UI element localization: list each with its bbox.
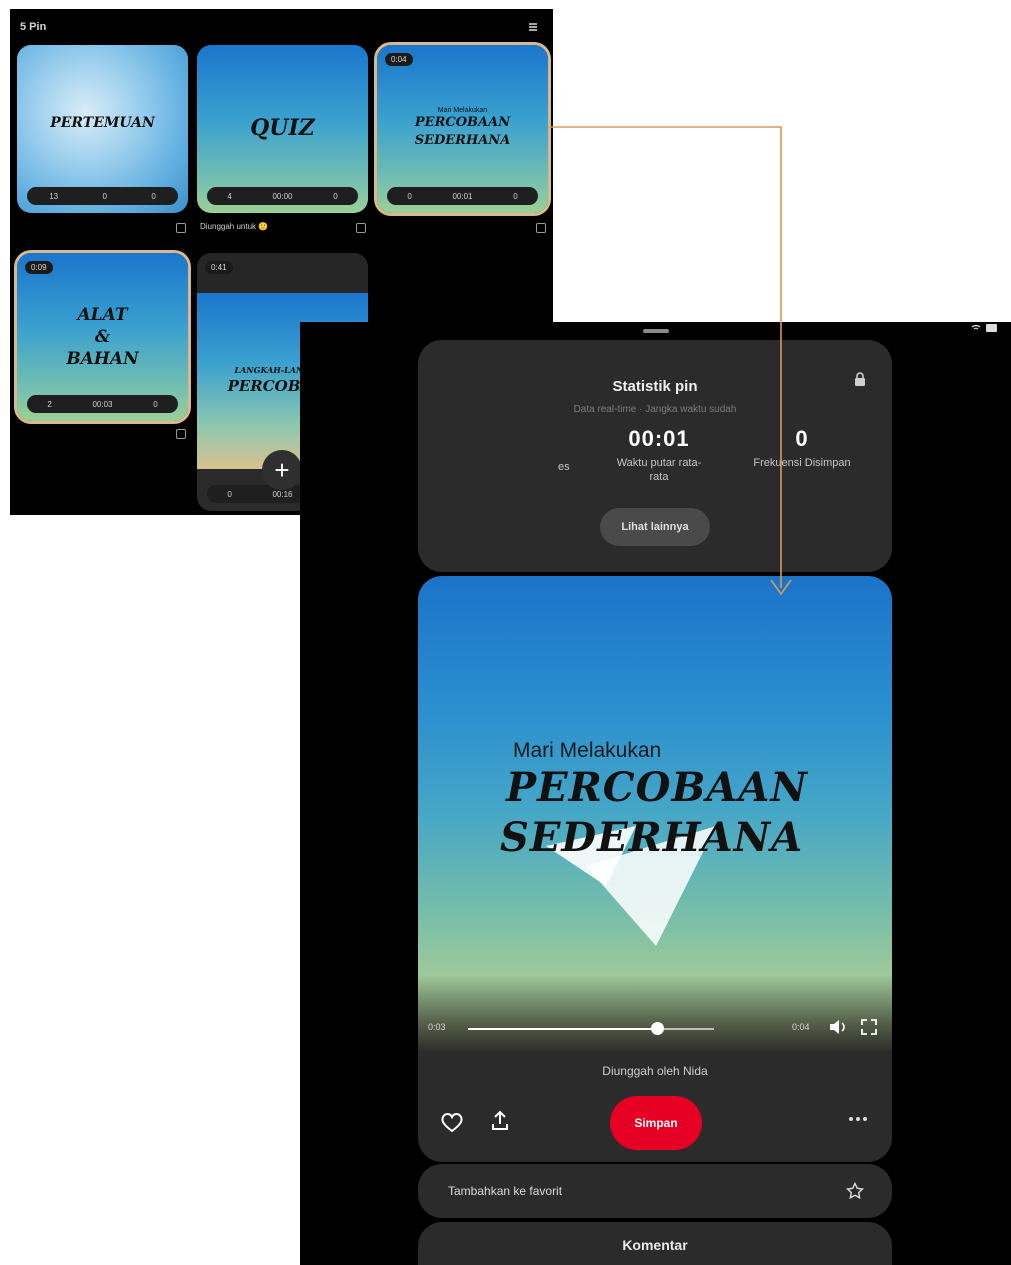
status-bar	[971, 324, 997, 332]
pin-icon	[176, 429, 186, 439]
duration-badge: 0:09	[25, 261, 53, 274]
battery-icon	[986, 324, 997, 332]
tile-stats-bar: 13 0 0	[27, 187, 178, 205]
stats-title: Statistik pin	[612, 378, 698, 395]
star-icon[interactable]	[846, 1182, 864, 1200]
tile-views: 4	[227, 191, 232, 201]
wifi-icon	[971, 324, 981, 330]
favorites-label: Tambahkan ke favorit	[448, 1184, 563, 1198]
volume-icon[interactable]	[828, 1018, 848, 1036]
tile-duration: 00:16	[272, 489, 293, 499]
stat-label: Frekuensi Disimpan	[753, 457, 851, 469]
tile-saves: 0	[151, 191, 156, 201]
tile-duration: 00:01	[452, 191, 473, 201]
stat-value: 00:01	[628, 426, 690, 451]
stat-value: 0	[795, 426, 809, 451]
tile-title: PERTEMUAN	[50, 115, 155, 131]
tile-saves: 0	[333, 191, 338, 201]
progress-fill	[468, 1028, 658, 1030]
tile-saves: 0	[153, 399, 158, 409]
pin-text-line3: SEDERHANA	[500, 814, 804, 861]
stat-avg-playtime: 00:01 Waktu putar rata- rata	[596, 426, 722, 484]
pin-tile-pertemuan[interactable]: PERTEMUAN 13 0 0	[17, 45, 188, 213]
pin-caption: Diunggah untuk 🙂	[200, 222, 269, 231]
tile-subtitle: Mari Melakukan	[437, 107, 488, 114]
duration-badge: 0:04	[385, 53, 413, 66]
tile-title: &	[94, 327, 111, 347]
pin-tile-percobaan[interactable]: 0:04 Mari Melakukan PERCOBAAN SEDERHANA …	[377, 45, 548, 213]
tile-views: 13	[49, 191, 59, 201]
pin-card: Mari Melakukan PERCOBAAN SEDERHANA 0:03 …	[418, 576, 892, 1162]
pin-icon	[176, 223, 186, 233]
tile-duration: 00:03	[92, 399, 113, 409]
save-button[interactable]: Simpan	[610, 1096, 702, 1150]
pin-detail-screenshot: Statistik pin Data real-time · Jangka wa…	[300, 322, 1011, 1265]
tile-duration: 00:00	[272, 191, 293, 201]
stat-label: Waktu putar rata- rata	[616, 457, 702, 483]
tile-stats-bar: 0 00:01 0	[387, 187, 538, 205]
stat-saves: 0 Frekuensi Disimpan	[734, 426, 870, 470]
board-pin-count: 5 Pin	[20, 21, 47, 33]
drag-handle[interactable]	[643, 329, 669, 333]
time-total: 0:04	[792, 1022, 810, 1032]
fullscreen-icon[interactable]	[860, 1018, 878, 1036]
comments-label: Komentar	[622, 1237, 688, 1253]
pin-tile-alat-bahan[interactable]: 0:09 ALAT & BAHAN 2 00:03 0	[17, 253, 188, 421]
tile-stats-bar: 2 00:03 0	[27, 395, 178, 413]
stats-subtitle: Data real-time · Jangka waktu sudah	[573, 404, 737, 415]
see-more-button[interactable]: Lihat lainnya	[600, 508, 710, 546]
heart-icon[interactable]	[440, 1111, 464, 1133]
pin-text-line1: Mari Melakukan	[513, 739, 662, 762]
comments-section[interactable]: Komentar	[418, 1222, 892, 1265]
more-options-icon[interactable]	[848, 1116, 868, 1122]
tile-title: BAHAN	[66, 349, 139, 369]
tile-title: ALAT	[77, 305, 128, 325]
lock-icon	[855, 372, 865, 386]
tile-saves: 0	[513, 191, 518, 201]
pin-text-line2: PERCOBAAN	[506, 764, 808, 811]
add-to-favorites-row[interactable]: Tambahkan ke favorit	[418, 1164, 892, 1218]
tile-title: SEDERHANA	[414, 133, 511, 148]
sort-icon[interactable]	[527, 21, 539, 33]
progress-track[interactable]	[468, 1028, 714, 1030]
pin-tile-quiz[interactable]: QUIZ 4 00:00 0	[197, 45, 368, 213]
add-pin-button[interactable]: +	[262, 450, 302, 490]
tile-stats-bar: 4 00:00 0	[207, 187, 358, 205]
tile-duration: 0	[102, 191, 107, 201]
tile-title: PERCOBAAN	[414, 115, 511, 130]
tile-views: 2	[47, 399, 52, 409]
duration-badge: 0:41	[205, 261, 233, 274]
share-icon[interactable]	[490, 1110, 510, 1132]
pin-icon	[536, 223, 546, 233]
pin-stats-card: Statistik pin Data real-time · Jangka wa…	[418, 340, 892, 572]
uploader-text: Diunggah oleh Nida	[602, 1064, 708, 1078]
tile-title: QUIZ	[250, 115, 315, 141]
tile-views: 0	[227, 489, 232, 499]
tile-views: 0	[407, 191, 412, 201]
pin-icon	[356, 223, 366, 233]
time-elapsed: 0:03	[428, 1022, 446, 1032]
